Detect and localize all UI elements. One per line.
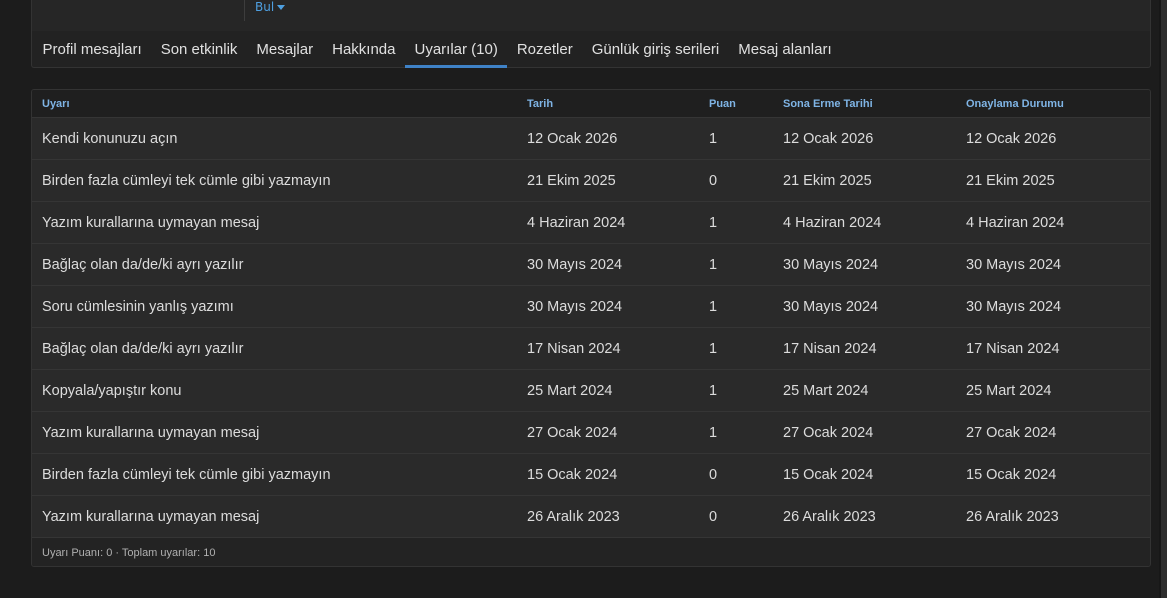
profile-panel: Bul Profil mesajları Son etkinlik Mesajlar… — [31, 0, 1151, 68]
warning-title[interactable]: Yazım kurallarına uymayan mesaj — [32, 411, 517, 454]
table-row[interactable]: Yazım kurallarına uymayan mesaj 4 Haziran… — [32, 201, 1150, 244]
warning-title[interactable]: Birden fazla cümleyi tek cümle gibi yazm… — [32, 453, 517, 496]
warning-date: 26 Aralık 2023 — [517, 495, 699, 538]
warning-title[interactable]: Kendi konunuzu açın — [32, 117, 517, 160]
approval-status: 12 Ocak 2026 — [956, 117, 1150, 160]
approval-status: 4 Haziran 2024 — [956, 201, 1150, 244]
warning-date: 30 Mayıs 2024 — [517, 285, 699, 328]
tab-6[interactable]: Günlük giriş serileri — [582, 31, 729, 68]
table-row[interactable]: Kendi konunuzu açın 12 Ocak 2026 1 12 Ocak … — [32, 117, 1150, 160]
table-row[interactable]: Yazım kurallarına uymayan mesaj 27 Ocak 2… — [32, 411, 1150, 454]
tab-2[interactable]: Mesajlar — [247, 31, 323, 68]
expiry-date: 30 Mayıs 2024 — [773, 243, 956, 286]
expiry-date: 27 Ocak 2024 — [773, 411, 956, 454]
chevron-down-icon — [277, 5, 286, 10]
warning-points: 1 — [699, 243, 773, 286]
tab-4[interactable]: Uyarılar (10) — [404, 31, 508, 68]
warning-points: 1 — [699, 411, 773, 454]
table-row[interactable]: Bağlaç olan da/de/ki ayrı yazılır 17 Nisa… — [32, 327, 1150, 370]
warning-title[interactable]: Bağlaç olan da/de/ki ayrı yazılır — [32, 327, 517, 370]
table-row[interactable]: Birden fazla cümleyi tek cümle gibi yazm… — [32, 453, 1150, 496]
find-label: Bul — [255, 0, 275, 14]
tab-3[interactable]: Hakkında — [323, 31, 405, 68]
expiry-date: 21 Ekim 2025 — [773, 159, 956, 202]
expiry-date: 17 Nisan 2024 — [773, 327, 956, 370]
expiry-date: 25 Mart 2024 — [773, 369, 956, 412]
table-body: Kendi konunuzu açın 12 Ocak 2026 1 12 Ocak … — [32, 117, 1150, 538]
profile-header-strip: Bul — [32, 0, 1150, 31]
header-points[interactable]: Puan — [699, 90, 773, 118]
warning-date: 27 Ocak 2024 — [517, 411, 699, 454]
expiry-date: 4 Haziran 2024 — [773, 201, 956, 244]
tab-5[interactable]: Rozetler — [507, 31, 582, 68]
expiry-date: 30 Mayıs 2024 — [773, 285, 956, 328]
warning-title[interactable]: Yazım kurallarına uymayan mesaj — [32, 201, 517, 244]
warning-title[interactable]: Bağlaç olan da/de/ki ayrı yazılır — [32, 243, 517, 286]
tab-1[interactable]: Son etkinlik — [151, 31, 247, 68]
header-warning[interactable]: Uyarı — [32, 90, 517, 118]
warning-date: 25 Mart 2024 — [517, 369, 699, 412]
warning-points: 1 — [699, 369, 773, 412]
approval-status: 21 Ekim 2025 — [956, 159, 1150, 202]
table-row[interactable]: Soru cümlesinin yanlış yazımı 30 Mayıs 20… — [32, 285, 1150, 328]
warning-points: 1 — [699, 285, 773, 328]
warnings-panel: Uyarı Tarih Puan Sona Erme Tarihi Onaylama D… — [31, 89, 1151, 567]
expiry-date: 26 Aralık 2023 — [773, 495, 956, 538]
expiry-date: 15 Ocak 2024 — [773, 453, 956, 496]
header-date[interactable]: Tarih — [517, 90, 699, 118]
warnings-summary: Uyarı Puanı: 0 · Toplam uyarılar: 10 — [32, 538, 1150, 566]
approval-status: 25 Mart 2024 — [956, 369, 1150, 412]
approval-status: 17 Nisan 2024 — [956, 327, 1150, 370]
table-header-row: Uyarı Tarih Puan Sona Erme Tarihi Onaylama D… — [32, 90, 1150, 118]
warning-date: 30 Mayıs 2024 — [517, 243, 699, 286]
warning-points: 1 — [699, 201, 773, 244]
scrollbar[interactable] — [1159, 0, 1167, 598]
warning-title[interactable]: Kopyala/yapıştır konu — [32, 369, 517, 412]
table-row[interactable]: Birden fazla cümleyi tek cümle gibi yazm… — [32, 159, 1150, 202]
warning-title[interactable]: Yazım kurallarına uymayan mesaj — [32, 495, 517, 538]
warning-points: 0 — [699, 495, 773, 538]
tab-7[interactable]: Mesaj alanları — [729, 31, 841, 68]
warning-date: 17 Nisan 2024 — [517, 327, 699, 370]
profile-tabs: Profil mesajları Son etkinlik Mesajlar Hakk… — [32, 31, 1150, 68]
warning-date: 12 Ocak 2026 — [517, 117, 699, 160]
warnings-table: Uyarı Tarih Puan Sona Erme Tarihi Onaylama D… — [32, 90, 1150, 538]
table-row[interactable]: Kopyala/yapıştır konu 25 Mart 2024 1 25 Mar… — [32, 369, 1150, 412]
warning-date: 4 Haziran 2024 — [517, 201, 699, 244]
approval-status: 30 Mayıs 2024 — [956, 243, 1150, 286]
approval-status: 30 Mayıs 2024 — [956, 285, 1150, 328]
approval-status: 26 Aralık 2023 — [956, 495, 1150, 538]
header-approval[interactable]: Onaylama Durumu — [956, 90, 1150, 118]
approval-status: 15 Ocak 2024 — [956, 453, 1150, 496]
divider — [244, 0, 245, 21]
header-expiry[interactable]: Sona Erme Tarihi — [773, 90, 956, 118]
warning-points: 1 — [699, 327, 773, 370]
find-dropdown[interactable]: Bul — [255, 0, 286, 14]
table-row[interactable]: Bağlaç olan da/de/ki ayrı yazılır 30 Mayı… — [32, 243, 1150, 286]
warning-date: 15 Ocak 2024 — [517, 453, 699, 496]
warning-points: 1 — [699, 117, 773, 160]
approval-status: 27 Ocak 2024 — [956, 411, 1150, 454]
warning-title[interactable]: Soru cümlesinin yanlış yazımı — [32, 285, 517, 328]
warning-date: 21 Ekim 2025 — [517, 159, 699, 202]
warning-points: 0 — [699, 453, 773, 496]
expiry-date: 12 Ocak 2026 — [773, 117, 956, 160]
scrollbar-thumb[interactable] — [1161, 0, 1167, 598]
warning-points: 0 — [699, 159, 773, 202]
warning-title[interactable]: Birden fazla cümleyi tek cümle gibi yazm… — [32, 159, 517, 202]
tab-0[interactable]: Profil mesajları — [33, 31, 151, 68]
table-row[interactable]: Yazım kurallarına uymayan mesaj 26 Aralık… — [32, 495, 1150, 538]
